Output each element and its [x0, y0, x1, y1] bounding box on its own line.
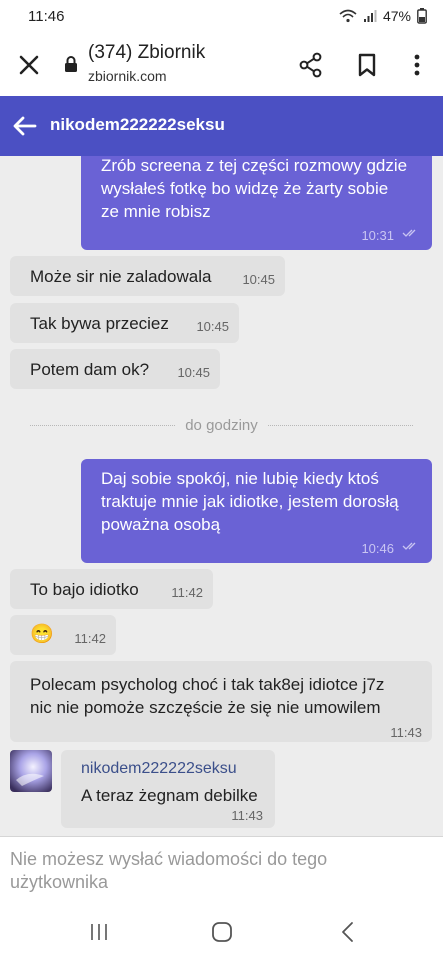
incoming-message[interactable]: Tak bywa przeciez 10:45 [10, 303, 239, 343]
chat-contact-name[interactable]: nikodem222222seksu [50, 115, 225, 135]
message-time: 10:45 [242, 272, 275, 287]
message-list[interactable]: Zrób screena z tej części rozmowy gdzie … [0, 156, 443, 836]
avatar-image [10, 750, 52, 792]
message-text-line: Daj sobie spokój, nie lubię kiedy ktoś [101, 469, 379, 488]
arrow-back-icon[interactable] [10, 111, 40, 141]
message-text-line: poważna osobą [101, 515, 221, 534]
double-check-icon [402, 542, 416, 550]
battery-percent: 47% [382, 8, 411, 24]
message-time: 11:43 [231, 808, 263, 823]
address-url[interactable]: zbiornik.com [88, 68, 167, 84]
separator-label: do godziny [175, 417, 268, 434]
home-icon[interactable] [207, 918, 237, 946]
outgoing-message[interactable]: Zrób screena z tej części rozmowy gdzie … [81, 156, 432, 250]
signal-icon [363, 10, 377, 22]
incoming-message[interactable]: Może sir nie zaladowala 10:45 [10, 256, 285, 296]
tab-title: (374) Zbiornik [88, 42, 206, 63]
incoming-message[interactable]: Potem dam ok? 10:45 [10, 349, 220, 389]
message-text-line: Polecam psycholog choć i tak tak8ej idio… [30, 675, 385, 694]
battery-icon [417, 8, 427, 24]
browser-toolbar: (374) Zbiornik zbiornik.com [0, 34, 443, 96]
chat-header: nikodem222222seksu [0, 96, 443, 156]
outgoing-message[interactable]: Daj sobie spokój, nie lubię kiedy ktoś t… [81, 459, 432, 563]
message-text-line: wysłałeś fotkę bo widzę że żarty sobie [101, 179, 389, 198]
avatar[interactable] [10, 750, 52, 792]
message-text: Tak bywa przeciez [30, 314, 169, 333]
message-time: 11:43 [390, 725, 422, 740]
message-text: To bajo idiotko [30, 580, 139, 599]
recent-apps-icon[interactable] [84, 918, 114, 946]
wifi-icon [339, 9, 357, 23]
message-text-line: Zrób screena z tej części rozmowy gdzie [101, 156, 408, 175]
message-time: 11:42 [171, 585, 203, 600]
message-text: Potem dam ok? [30, 360, 150, 379]
status-indicators: 47% [339, 8, 427, 24]
status-bar: 11:46 47% [0, 0, 443, 34]
incoming-message[interactable]: 😁 11:42 [10, 615, 116, 655]
message-text-line: ze mnie robisz [101, 202, 211, 221]
message-text-line: traktuje mnie jak idiotke, jestem dorosł… [101, 492, 399, 511]
date-separator: do godziny [30, 416, 413, 436]
message-time: 10:31 [361, 228, 394, 243]
quoted-message-text: A teraz żegnam debilke [81, 786, 258, 805]
compose-bar: Nie możesz wysłać wiadomości do tego uży… [0, 836, 443, 903]
status-time: 11:46 [28, 8, 65, 25]
quoted-sender-name[interactable]: nikodem222222seksu [81, 760, 237, 778]
incoming-message[interactable]: To bajo idiotko 11:42 [10, 569, 213, 609]
bookmark-icon[interactable] [352, 50, 382, 80]
message-time: 10:45 [196, 319, 229, 334]
system-nav-bar [0, 902, 443, 960]
double-check-icon [402, 229, 416, 237]
message-time: 10:46 [361, 541, 394, 556]
quoted-message-card[interactable]: nikodem222222seksu A teraz żegnam debilk… [61, 750, 275, 828]
incoming-message[interactable]: Polecam psycholog choć i tak tak8ej idio… [10, 661, 432, 742]
message-text: Może sir nie zaladowala [30, 267, 212, 286]
message-text-line: nic nie pomoże szczęście że się nie umow… [30, 698, 381, 717]
message-time: 11:42 [74, 631, 106, 646]
back-nav-icon[interactable] [333, 918, 363, 946]
message-time: 10:45 [177, 365, 210, 380]
grinning-emoji-icon: 😁 [30, 624, 54, 645]
lock-icon [65, 56, 77, 72]
share-icon[interactable] [296, 50, 326, 80]
close-icon[interactable] [14, 50, 44, 80]
more-vert-icon[interactable] [402, 50, 432, 80]
cannot-send-notice: Nie możesz wysłać wiadomości do tego uży… [10, 849, 328, 892]
